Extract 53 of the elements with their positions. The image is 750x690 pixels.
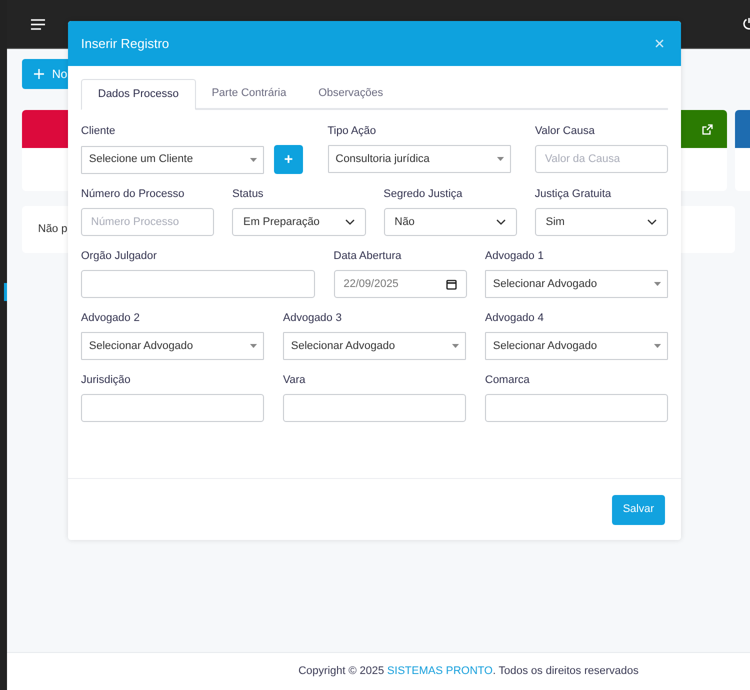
field-label: Data Abertura [334, 249, 402, 263]
field-label: Advogado 4 [485, 311, 545, 325]
chevron-down-icon [647, 219, 657, 225]
input-field[interactable]: Número Processo [81, 208, 214, 236]
calendar-icon [446, 278, 456, 290]
caret-icon [250, 158, 257, 162]
field-label: Orgão Julgador [81, 249, 158, 263]
input-field[interactable] [485, 394, 668, 422]
select-field[interactable]: Consultoria jurídica [328, 145, 510, 173]
external-link-icon[interactable] [702, 124, 713, 134]
caret-icon [452, 344, 459, 348]
field-label: Segredo Justiça [384, 187, 464, 201]
field-label: Advogado 2 [81, 311, 141, 325]
field-label: Cliente [81, 124, 116, 138]
caret-icon [654, 282, 661, 286]
tab[interactable]: Parte Contrária [196, 79, 302, 108]
menu-icon[interactable] [31, 18, 45, 30]
close-icon[interactable] [655, 39, 664, 48]
plus-icon [34, 69, 44, 79]
field-label: Jurisdição [81, 373, 132, 387]
select-field[interactable]: Selecionar Advogado [81, 332, 264, 360]
input-field[interactable] [81, 270, 315, 298]
caret-icon [250, 344, 257, 348]
select-field[interactable]: Selecionar Advogado [283, 332, 466, 360]
chevron-down-icon [496, 219, 506, 225]
select-field[interactable]: Não [384, 208, 517, 236]
select-field[interactable]: Selecionar Advogado [485, 270, 668, 298]
modal-title: Inserir Registro [81, 34, 170, 53]
tab[interactable]: Observações [302, 79, 400, 108]
field-label: Advogado 3 [283, 311, 343, 325]
input-field[interactable]: Valor da Causa [535, 145, 668, 173]
input-field[interactable] [81, 394, 264, 422]
active-marker [4, 283, 7, 301]
caret-icon [496, 157, 504, 161]
field-label: Justiça Gratuita [534, 187, 612, 201]
tab[interactable]: Dados Processo [81, 79, 196, 110]
copyright-text: Copyright © 2025 SISTEMAS PRONTO. Todos os direitos reservados [298, 664, 639, 680]
field-label: Valor Causa [535, 124, 596, 138]
select-field[interactable]: Selecionar Advogado [485, 332, 668, 360]
chevron-down-icon [344, 219, 354, 225]
field-label: Número do Processo [81, 187, 186, 201]
field-label: Comarca [485, 373, 531, 387]
select-field[interactable]: Selecione um Cliente [81, 146, 264, 174]
select-field[interactable]: Em Preparação [232, 208, 366, 236]
notice-text: Não p [38, 222, 68, 238]
caret-icon [654, 344, 661, 348]
select-field[interactable]: Sim [534, 208, 668, 236]
field-label: Advogado 1 [485, 249, 545, 263]
input-field[interactable] [283, 394, 466, 422]
date-field[interactable]: 22/09/2025 [334, 270, 466, 298]
field-label: Status [232, 187, 264, 201]
field-label: Tipo Ação [328, 124, 378, 138]
field-label: Vara [283, 373, 306, 387]
